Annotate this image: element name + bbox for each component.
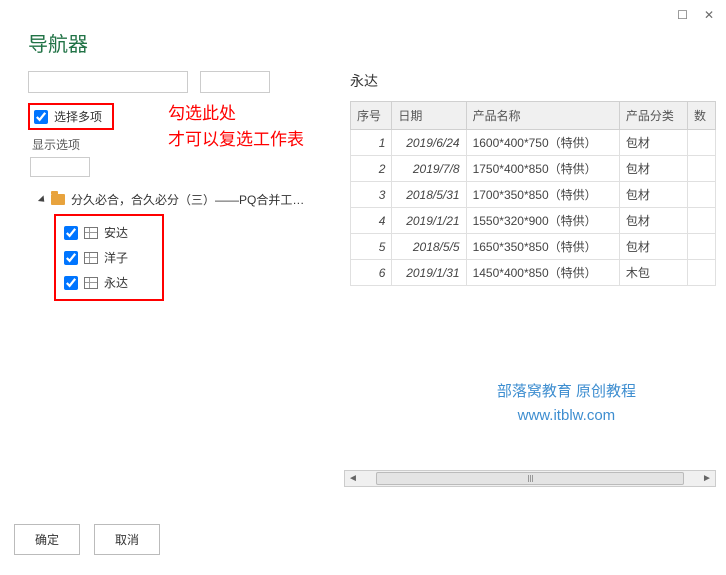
cell-name: 1750*400*850（特供） <box>466 156 619 182</box>
watermark: 部落窝教育 原创教程 www.itblw.com <box>497 380 636 428</box>
cell-name: 1700*350*850（特供） <box>466 182 619 208</box>
tree-root-node[interactable]: 分久必合，合久必分（三）——PQ合并工作表法... <box>40 191 338 208</box>
select-multiple-checkbox[interactable]: 选择多项 <box>28 103 114 130</box>
select-multiple-label: 选择多项 <box>54 108 102 125</box>
column-header[interactable]: 产品名称 <box>466 102 619 130</box>
tree-root-label: 分久必合，合久必分（三）——PQ合并工作表法... <box>71 191 311 208</box>
tree-item-label: 永达 <box>104 274 128 291</box>
sheet-icon <box>84 227 98 239</box>
sheet-icon <box>84 252 98 264</box>
cell-name: 1600*400*750（特供） <box>466 130 619 156</box>
annotation-text: 勾选此处 才可以复选工作表 <box>168 101 304 152</box>
tree-item-label: 安达 <box>104 224 128 241</box>
cell-extra <box>688 260 716 286</box>
column-header[interactable]: 序号 <box>351 102 392 130</box>
column-header[interactable]: 产品分类 <box>619 102 687 130</box>
scroll-left-icon[interactable]: ◄ <box>345 471 361 486</box>
cell-name: 1650*350*850（特供） <box>466 234 619 260</box>
table-row[interactable]: 62019/1/311450*400*850（特供）木包 <box>351 260 716 286</box>
tree-item-label: 洋子 <box>104 249 128 266</box>
cell-cat: 包材 <box>619 182 687 208</box>
cell-cat: 木包 <box>619 260 687 286</box>
cell-date: 2018/5/5 <box>392 234 466 260</box>
tree-item-checkbox[interactable] <box>64 226 78 240</box>
cell-no: 3 <box>351 182 392 208</box>
cell-extra <box>688 156 716 182</box>
cell-no: 5 <box>351 234 392 260</box>
cell-cat: 包材 <box>619 208 687 234</box>
scroll-thumb[interactable] <box>376 472 684 485</box>
sheet-icon <box>84 277 98 289</box>
cell-name: 1450*400*850（特供） <box>466 260 619 286</box>
cell-cat: 包材 <box>619 156 687 182</box>
cell-date: 2019/7/8 <box>392 156 466 182</box>
preview-table: 序号日期产品名称产品分类数 12019/6/241600*400*750（特供）… <box>350 101 716 286</box>
folder-icon <box>51 194 65 205</box>
cell-cat: 包材 <box>619 234 687 260</box>
cell-date: 2018/5/31 <box>392 182 466 208</box>
ok-button[interactable]: 确定 <box>14 524 80 555</box>
scroll-right-icon[interactable]: ► <box>699 471 715 486</box>
nav-tree: 分久必合，合久必分（三）——PQ合并工作表法... 安达洋子永达 <box>40 191 338 301</box>
cell-no: 4 <box>351 208 392 234</box>
close-icon[interactable]: ✕ <box>704 8 714 22</box>
table-row[interactable]: 22019/7/81750*400*850（特供）包材 <box>351 156 716 182</box>
page-title: 导航器 <box>0 0 726 57</box>
cell-cat: 包材 <box>619 130 687 156</box>
tree-item[interactable]: 安达 <box>62 220 156 245</box>
cell-no: 1 <box>351 130 392 156</box>
cell-no: 2 <box>351 156 392 182</box>
preview-pane: 永达 序号日期产品名称产品分类数 12019/6/241600*400*750（… <box>338 71 716 301</box>
cell-extra <box>688 130 716 156</box>
filter-input[interactable] <box>200 71 270 93</box>
tree-item[interactable]: 洋子 <box>62 245 156 270</box>
table-row[interactable]: 42019/1/211550*320*900（特供）包材 <box>351 208 716 234</box>
cell-extra <box>688 208 716 234</box>
tree-items-group: 安达洋子永达 <box>54 214 164 301</box>
table-row[interactable]: 52018/5/51650*350*850（特供）包材 <box>351 234 716 260</box>
maximize-icon[interactable]: ☐ <box>677 8 688 22</box>
column-header[interactable]: 数 <box>688 102 716 130</box>
column-header[interactable]: 日期 <box>392 102 466 130</box>
search-input[interactable] <box>28 71 188 93</box>
tree-item-checkbox[interactable] <box>64 276 78 290</box>
select-multiple-input[interactable] <box>34 110 48 124</box>
cell-no: 6 <box>351 260 392 286</box>
nav-pane: 选择多项 显示选项 勾选此处 才可以复选工作表 分久必合，合久必分（三）——PQ… <box>28 71 338 301</box>
horizontal-scrollbar[interactable]: ◄ ► <box>344 470 716 487</box>
preview-title: 永达 <box>350 71 716 91</box>
expand-icon[interactable] <box>38 195 47 204</box>
cell-extra <box>688 182 716 208</box>
table-row[interactable]: 32018/5/311700*350*850（特供）包材 <box>351 182 716 208</box>
tree-item[interactable]: 永达 <box>62 270 156 295</box>
cell-date: 2019/6/24 <box>392 130 466 156</box>
tree-item-checkbox[interactable] <box>64 251 78 265</box>
cell-date: 2019/1/21 <box>392 208 466 234</box>
cell-date: 2019/1/31 <box>392 260 466 286</box>
cell-extra <box>688 234 716 260</box>
display-options-dropdown[interactable] <box>30 157 90 177</box>
scroll-track[interactable] <box>361 471 699 486</box>
cancel-button[interactable]: 取消 <box>94 524 160 555</box>
table-row[interactable]: 12019/6/241600*400*750（特供）包材 <box>351 130 716 156</box>
cell-name: 1550*320*900（特供） <box>466 208 619 234</box>
